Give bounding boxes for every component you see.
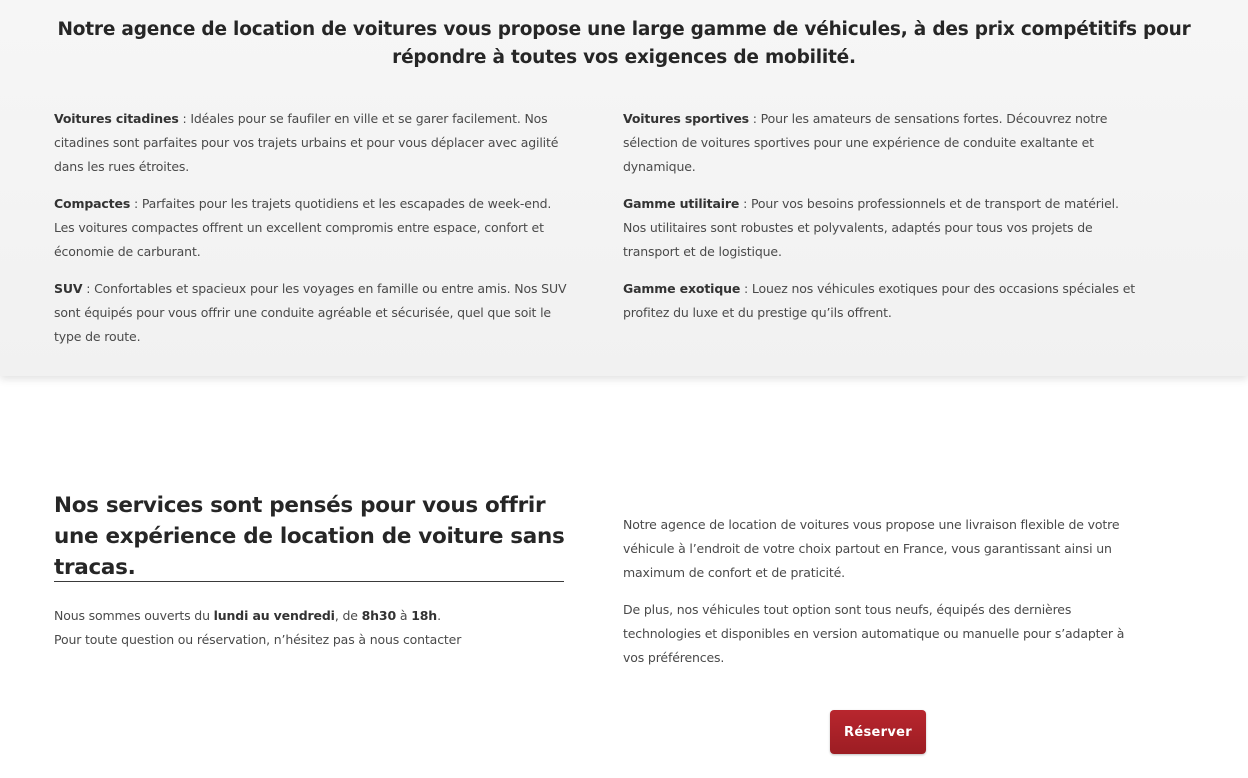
vehicles-column-right: Voitures sportives : Pour les amateurs d…: [623, 107, 1143, 338]
contact-text: Pour toute question ou réservation, n’hé…: [54, 632, 462, 647]
vehicles-section: Notre agence de location de voitures vou…: [0, 0, 1248, 376]
hours-mid2: à: [396, 608, 412, 623]
vehicle-item-text: : Confortables et spacieux pour les voya…: [54, 281, 567, 344]
services-divider: [54, 581, 564, 582]
vehicle-item-name: Gamme exotique: [623, 281, 741, 296]
hours-prefix: Nous sommes ouverts du: [54, 608, 214, 623]
vehicles-title: Notre agence de location de voitures vou…: [57, 19, 1191, 68]
vehicle-item-name: Compactes: [54, 196, 131, 211]
vehicle-item-utilitaire: Gamme utilitaire : Pour vos besoins prof…: [623, 192, 1143, 264]
hours-mid1: , de: [334, 608, 362, 623]
hours-close: 18h: [411, 608, 438, 623]
vehicles-column-left: Voitures citadines : Idéales pour se fau…: [54, 107, 574, 362]
vehicle-item-compactes: Compactes : Parfaites pour les trajets q…: [54, 192, 574, 264]
vehicle-item-name: Gamme utilitaire: [623, 196, 740, 211]
vehicle-item-citadines: Voitures citadines : Idéales pour se fau…: [54, 107, 574, 179]
vehicle-item-exotique: Gamme exotique : Louez nos véhicules exo…: [623, 277, 1143, 325]
services-description: Notre agence de location de voitures vou…: [623, 513, 1143, 683]
services-paragraph-delivery: Notre agence de location de voitures vou…: [623, 517, 1120, 580]
opening-hours: Nous sommes ouverts du lundi au vendredi…: [54, 604, 594, 652]
vehicle-item-suv: SUV : Confortables et spacieux pour les …: [54, 277, 574, 349]
vehicle-item-name: Voitures sportives: [623, 111, 749, 126]
vehicle-item-name: SUV: [54, 281, 83, 296]
vehicle-item-sportives: Voitures sportives : Pour les amateurs d…: [623, 107, 1143, 179]
services-paragraph-vehicles: De plus, nos véhicules tout option sont …: [623, 602, 1125, 665]
services-title: Nos services sont pensés pour vous offri…: [54, 493, 565, 580]
reserve-button[interactable]: Réserver: [830, 710, 926, 754]
hours-days: lundi au vendredi: [213, 608, 335, 623]
vehicle-item-name: Voitures citadines: [54, 111, 179, 126]
hours-end: .: [437, 608, 441, 623]
hours-open: 8h30: [361, 608, 397, 623]
